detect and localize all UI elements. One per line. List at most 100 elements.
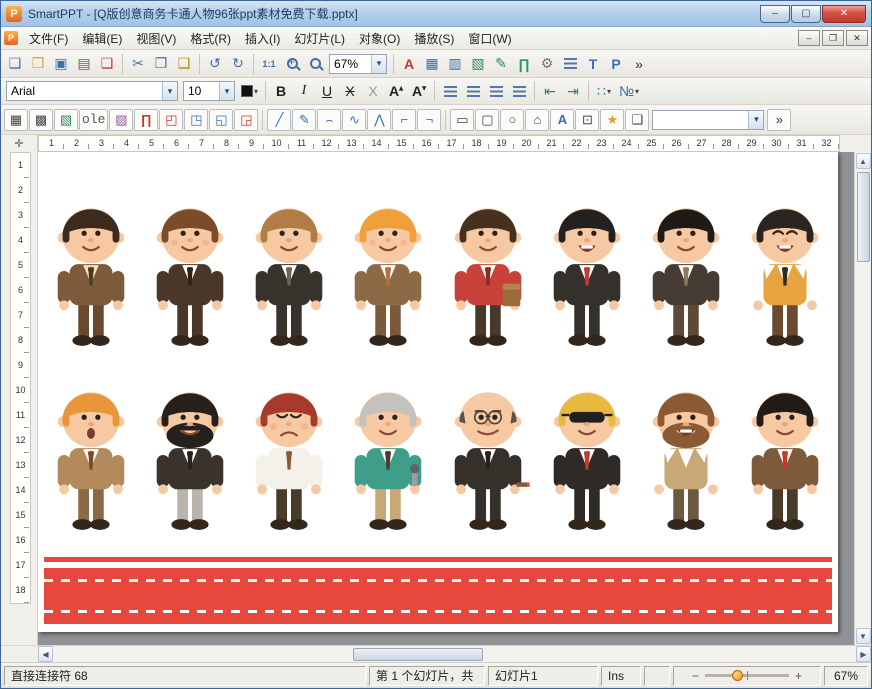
slide-character-elderly-presenter-man[interactable] xyxy=(341,370,435,538)
tools-icon[interactable]: ⚙ xyxy=(536,53,558,75)
edit-points-icon[interactable]: ✎ xyxy=(490,53,512,75)
print-icon[interactable]: ▤ xyxy=(73,53,95,75)
open-folder-icon[interactable]: ❒ xyxy=(27,53,49,75)
numbering-button[interactable]: № ▾ xyxy=(616,80,642,102)
close-button[interactable]: ✕ xyxy=(822,4,866,23)
scroll-left-button[interactable]: ◀ xyxy=(38,646,53,662)
polygon-tool-icon[interactable]: ⌂ xyxy=(525,108,550,131)
bullets-button[interactable]: ∷ ▾ xyxy=(593,80,615,102)
frame-tool-icon-3[interactable]: ◱ xyxy=(209,108,234,131)
insert-table-grid-icon[interactable]: ▦ xyxy=(4,108,28,131)
slide-character-dark-brown-suit-man[interactable] xyxy=(143,186,237,354)
maximize-button[interactable]: ▢ xyxy=(791,4,821,23)
slide-character-dark-suit-tie-man[interactable] xyxy=(639,186,733,354)
redo-icon[interactable]: ↻ xyxy=(227,53,249,75)
strikethrough-button[interactable]: X xyxy=(339,80,361,102)
undo-icon[interactable]: ↺ xyxy=(204,53,226,75)
increase-indent-button[interactable]: ⇥ xyxy=(562,80,584,102)
connector-tool-icon[interactable]: ⌐ xyxy=(392,108,417,131)
scroll-down-button[interactable]: ▼ xyxy=(855,628,871,644)
pattern-fill-icon[interactable]: ▨ xyxy=(109,108,134,131)
zoom-icon[interactable] xyxy=(304,53,326,75)
zoom-slider-thumb[interactable] xyxy=(731,670,743,681)
zoom-slider[interactable] xyxy=(705,670,789,681)
standard-toolbar-overflow[interactable]: » xyxy=(628,53,650,75)
slide-layout-icon[interactable]: ▥ xyxy=(444,53,466,75)
zoom-in-icon[interactable]: + xyxy=(281,53,303,75)
slide-character-shocked-tan-suit-man[interactable] xyxy=(44,370,138,538)
ellipse-tool-icon[interactable]: ○ xyxy=(500,108,525,131)
align-right-button[interactable] xyxy=(485,80,507,102)
save-icon[interactable]: ▣ xyxy=(50,53,72,75)
zoom-level-select[interactable]: 67% ▾ xyxy=(329,53,387,74)
menu-item-6[interactable]: 幻灯片(L) xyxy=(287,29,352,49)
slide[interactable] xyxy=(38,152,838,632)
frame-tool-icon-2[interactable]: ◳ xyxy=(184,108,209,131)
slide-canvas[interactable] xyxy=(38,152,854,645)
line-tool-icon[interactable]: ╱ xyxy=(267,108,292,131)
shape-style-select[interactable]: ▾ xyxy=(652,109,765,130)
frame-tool-icon-4[interactable]: ◲ xyxy=(234,108,259,131)
insert-picture-icon[interactable]: ▧ xyxy=(54,108,78,131)
menu-item-3[interactable]: 视图(V) xyxy=(129,29,183,49)
arc-tool-icon[interactable]: ⌢ xyxy=(317,108,342,131)
scroll-right-button[interactable]: ▶ xyxy=(856,646,871,662)
scroll-up-button[interactable]: ▲ xyxy=(855,153,871,169)
increase-font-button[interactable]: A▴ xyxy=(385,80,407,102)
align-justify-button[interactable] xyxy=(508,80,530,102)
slide-character-brown-suit-man[interactable] xyxy=(44,186,138,354)
mdi-restore-button[interactable]: ❐ xyxy=(822,30,844,47)
text-tool-icon[interactable]: T xyxy=(582,53,604,75)
polyline-tool-icon[interactable]: ⋀ xyxy=(367,108,392,131)
menu-item-1[interactable]: 文件(F) xyxy=(22,29,75,49)
copy-icon[interactable]: ❐ xyxy=(150,53,172,75)
mdi-minimize-button[interactable]: – xyxy=(798,29,820,46)
star-shape-icon[interactable]: ★ xyxy=(600,108,625,131)
ruler-origin-button[interactable]: ✛ xyxy=(1,135,38,152)
combo-dropdown-arrow-icon[interactable]: ▾ xyxy=(371,54,386,73)
italic-button[interactable]: I xyxy=(293,80,315,102)
combo-dropdown-arrow-icon[interactable]: ▾ xyxy=(748,110,764,129)
menu-item-7[interactable]: 对象(O) xyxy=(352,29,407,49)
cut-icon[interactable]: ✂ xyxy=(127,53,149,75)
formula-icon[interactable]: ∏ xyxy=(513,53,535,75)
horizontal-ruler[interactable]: 1 2 3 4 5 6 7 8 9 10 11 12 13 14 15 16 17 18 19 20 21 22 23 24 2… xyxy=(38,135,840,152)
table-borders-icon[interactable]: ▩ xyxy=(29,108,53,131)
new-document-icon[interactable]: ❏ xyxy=(4,53,26,75)
shadow-text-button[interactable]: X xyxy=(362,80,384,102)
slide-character-brown-jacket-red-tie-man[interactable] xyxy=(738,370,832,538)
underline-button[interactable]: U xyxy=(316,80,338,102)
decrease-font-button[interactable]: A▾ xyxy=(408,80,430,102)
menu-item-9[interactable]: 窗口(W) xyxy=(461,29,518,49)
bold-button[interactable]: B xyxy=(270,80,292,102)
wordart-icon[interactable]: A xyxy=(550,108,575,131)
paste-icon[interactable]: ❑ xyxy=(173,53,195,75)
slide-character-black-suit-combover-man[interactable] xyxy=(242,186,336,354)
slide-character-amber-vest-man[interactable] xyxy=(738,186,832,354)
slide-character-black-beard-man[interactable] xyxy=(143,370,237,538)
vertical-scrollbar[interactable]: ▲ ▼ xyxy=(854,152,871,645)
red-banner-shape[interactable] xyxy=(44,557,832,624)
callout-shape-icon[interactable]: ❑ xyxy=(625,108,650,131)
presentation-icon[interactable]: P xyxy=(605,53,627,75)
draw-toolbar-overflow[interactable]: » xyxy=(767,108,792,131)
font-color-icon[interactable]: A xyxy=(398,53,420,75)
frame-tool-icon-1[interactable]: ◰ xyxy=(159,108,184,131)
vertical-scroll-thumb[interactable] xyxy=(856,172,870,262)
slide-character-orange-hair-man[interactable] xyxy=(341,186,435,354)
menu-item-8[interactable]: 播放(S) xyxy=(407,29,461,49)
align-center-button[interactable] xyxy=(462,80,484,102)
horizontal-scroll-thumb[interactable] xyxy=(353,647,483,661)
insert-table-icon[interactable]: ▦ xyxy=(421,53,443,75)
menu-item-4[interactable]: 格式(R) xyxy=(183,29,238,49)
curve-tool-icon[interactable]: ∿ xyxy=(342,108,367,131)
rectangle-tool-icon[interactable]: ▭ xyxy=(450,108,475,131)
vertical-ruler[interactable]: 1 2 3 4 5 6 7 8 9 10 11 12 13 14 15 16 17 18 xyxy=(10,152,31,604)
slide-character-red-cardigan-folder-man[interactable] xyxy=(441,186,535,354)
slide-character-bearded-vest-laughing-man[interactable] xyxy=(639,370,733,538)
menu-item-5[interactable]: 插入(I) xyxy=(238,29,287,49)
slide-character-laughing-black-suit-man[interactable] xyxy=(540,186,634,354)
mdi-close-button[interactable]: ✕ xyxy=(846,30,868,47)
formula-pi-icon[interactable]: ∏ xyxy=(134,108,159,131)
zoom-out-button[interactable]: − xyxy=(692,667,699,685)
